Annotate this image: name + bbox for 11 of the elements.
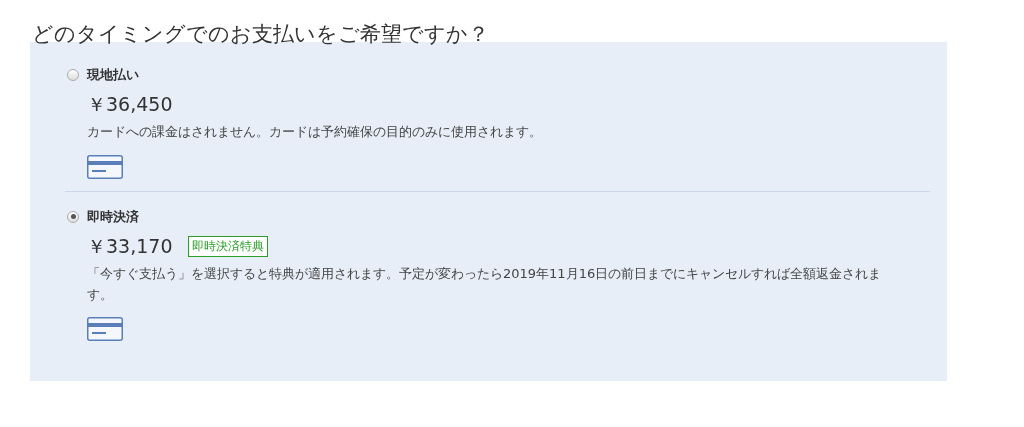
price: ￥33,170	[87, 233, 173, 259]
option-description: 「今すぐ支払う」を選択すると特典が適用されます。予定が変わったら2019年11月16日の前日までにキャンセルすれば全額返金されます。	[87, 264, 883, 304]
credit-card-icon	[87, 154, 123, 179]
credit-card-icon	[87, 317, 123, 342]
price: ￥36,450	[87, 92, 173, 117]
option-label: 現地払い	[87, 66, 140, 84]
option-description: カードへの課金はされません。カードは予約確保の目的のみに使用されます。	[87, 123, 543, 141]
radio-button[interactable]	[67, 69, 79, 81]
option-label: 即時決済	[87, 207, 140, 226]
radio-button[interactable]	[67, 210, 79, 223]
offer-badge: 即時決済特典	[188, 236, 269, 258]
